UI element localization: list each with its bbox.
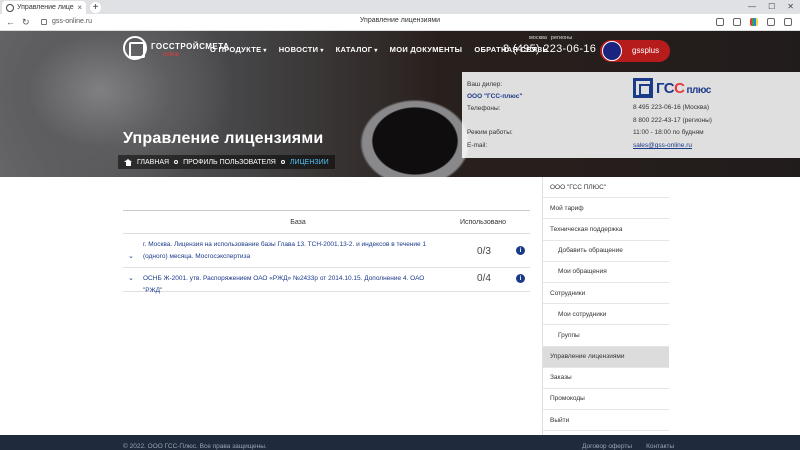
- dealer-hours-label: Режим работы:: [467, 129, 513, 136]
- avatar: [602, 41, 622, 61]
- dealer-hours: 11:00 - 18:00 по будням: [633, 129, 704, 136]
- main-menu: О ПРОДУКТЕ ▾ НОВОСТИ ▾ КАТАЛОГ ▾ МОИ ДОКУМЕ…: [210, 45, 548, 54]
- licenses-table: База Использовано ⌄ г. Москва. Лицензия …: [123, 210, 530, 294]
- menu-item-my-documents[interactable]: МОИ ДОКУМЕНТЫ: [390, 45, 463, 54]
- logo-mark-icon: [123, 36, 147, 60]
- sidebar-item-my-plan[interactable]: Мой тариф: [543, 198, 669, 220]
- sidebar-item-groups[interactable]: Группы: [543, 325, 669, 347]
- sidebar-item-logout[interactable]: Выйти: [543, 410, 669, 432]
- footer-link-contacts[interactable]: Контакты: [646, 443, 674, 450]
- dealer-label: Ваш дилер:: [467, 81, 503, 88]
- dealer-panel: Ваш дилер: ООО "ГСС-плюс" Телефоны: Режи…: [462, 72, 800, 158]
- sidebar-item-company[interactable]: ООО "ГСС ПЛЮС": [543, 177, 669, 199]
- window-controls: — ☐ ✕: [748, 2, 794, 11]
- license-used: 0/4: [477, 273, 491, 284]
- site-footer: © 2022. ООО ГСС-Плюс. Все права защищены…: [0, 435, 800, 450]
- dealer-company[interactable]: ООО "ГСС-плюс": [467, 93, 522, 100]
- sidebar-item-orders[interactable]: Заказы: [543, 368, 669, 389]
- header-phone[interactable]: 8 (495) 223-06-16: [503, 43, 596, 55]
- breadcrumb: ГЛАВНАЯ ПРОФИЛЬ ПОЛЬЗОВАТЕЛЯ ЛИЦЕНЗИИ: [118, 155, 335, 169]
- sidebar-item-license-management[interactable]: Управление лицензиями: [543, 346, 669, 368]
- close-tab-icon[interactable]: ×: [77, 3, 82, 12]
- table-row: ⌄ г. Москва. Лицензия на использование б…: [123, 234, 530, 268]
- phone-region-labels: москва регионы: [529, 35, 572, 41]
- license-name[interactable]: г. Москва. Лицензия на использование баз…: [143, 239, 443, 263]
- dealer-phones-label: Телефоны:: [467, 105, 501, 112]
- chevron-down-icon: ▾: [263, 48, 267, 54]
- menu-item-catalog[interactable]: КАТАЛОГ ▾: [336, 45, 378, 54]
- dealer-email-link[interactable]: sales@gss-online.ru: [633, 142, 692, 149]
- menu-item-news[interactable]: НОВОСТИ ▾: [279, 45, 324, 54]
- column-header-used: Использовано: [459, 219, 507, 226]
- browser-tab-bar: Управление лицензия × + — ☐ ✕: [0, 0, 800, 14]
- user-menu-button[interactable]: gssplus: [600, 40, 670, 62]
- sidebar-item-employees[interactable]: Сотрудники: [543, 283, 669, 305]
- breadcrumb-home[interactable]: ГЛАВНАЯ: [137, 159, 169, 166]
- sidebar-item-my-requests[interactable]: Мои обращения: [543, 262, 669, 283]
- home-icon[interactable]: [124, 158, 132, 166]
- dealer-logo-text: ГСС плюс: [656, 80, 711, 97]
- new-tab-button[interactable]: +: [90, 2, 101, 13]
- profile-sidebar: ООО "ГСС ПЛЮС" Мой тариф Техническая под…: [542, 177, 669, 435]
- license-used: 0/3: [477, 246, 491, 257]
- license-name[interactable]: ОСНБ Ж-2001. утв. Распоряжением ОАО «РЖД…: [143, 273, 443, 297]
- breadcrumb-profile[interactable]: ПРОФИЛЬ ПОЛЬЗОВАТЕЛЯ: [183, 159, 276, 166]
- breadcrumb-separator-icon: [280, 160, 285, 164]
- maximize-icon[interactable]: ☐: [768, 2, 775, 11]
- sidebar-item-add-request[interactable]: Добавить обращение: [543, 241, 669, 262]
- dealer-phone-moscow: 8 495 223-06-16 (Москва): [633, 104, 710, 111]
- sidebar-item-my-employees[interactable]: Мои сотрудники: [543, 304, 669, 326]
- window-title: Управление лицензиями: [359, 17, 441, 24]
- username: gssplus: [632, 46, 660, 55]
- column-header-base: База: [290, 219, 306, 226]
- footer-link-offer[interactable]: Договор оферты: [582, 443, 632, 450]
- browser-tab[interactable]: Управление лицензия ×: [2, 1, 86, 14]
- phone-label-moscow[interactable]: москва: [529, 35, 547, 41]
- dealer-logo-mark-icon: [633, 78, 653, 98]
- menu-item-product[interactable]: О ПРОДУКТЕ ▾: [210, 45, 267, 54]
- tab-title: Управление лицензия: [17, 4, 74, 11]
- info-icon[interactable]: i: [516, 246, 525, 255]
- dealer-email-label: E-mail:: [467, 142, 488, 149]
- table-row: ⌄ ОСНБ Ж-2001. утв. Распоряжением ОАО «Р…: [123, 268, 530, 294]
- info-icon[interactable]: i: [516, 274, 525, 283]
- dealer-phone-regions: 8 800 222-43-17 (регионы): [633, 117, 712, 124]
- sidebar-item-support[interactable]: Техническая поддержка: [543, 219, 669, 241]
- dealer-logo: ГСС плюс: [633, 76, 729, 102]
- page-title: Управление лицензиями: [123, 130, 324, 147]
- phone-label-regions[interactable]: регионы: [551, 35, 572, 41]
- table-header: База Использовано: [123, 210, 530, 234]
- expand-chevron-icon[interactable]: ⌄: [128, 274, 134, 282]
- chevron-down-icon: ▾: [320, 48, 324, 54]
- breadcrumb-current: ЛИЦЕНЗИИ: [289, 158, 329, 166]
- minimize-icon[interactable]: —: [748, 2, 756, 11]
- chevron-down-icon: ▾: [374, 48, 378, 54]
- site-favicon-icon: [6, 3, 14, 12]
- close-window-icon[interactable]: ✕: [787, 2, 794, 11]
- site-logo[interactable]: ГОССТРОЙСМЕТА online: [123, 36, 229, 66]
- expand-chevron-icon[interactable]: ⌄: [128, 252, 134, 260]
- logo-sub: online: [163, 52, 180, 58]
- footer-links: Договор оферты Контакты: [582, 443, 674, 450]
- breadcrumb-separator-icon: [174, 160, 179, 164]
- sidebar-item-promocodes[interactable]: Промокоды: [543, 389, 669, 411]
- footer-copyright: © 2022. ООО ГСС-Плюс. Все права защищены…: [123, 443, 267, 450]
